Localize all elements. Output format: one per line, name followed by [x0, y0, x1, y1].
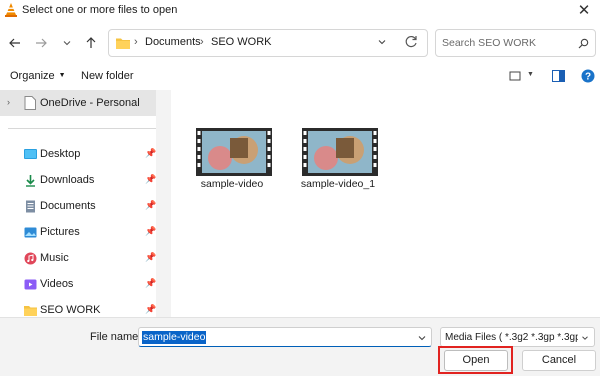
file-name: sample-video_1	[300, 178, 376, 190]
file-type-value: Media Files ( *.3g2 *.3gp *.3gp2	[445, 332, 587, 343]
new-folder-button[interactable]: New folder	[81, 70, 134, 82]
music-icon	[24, 252, 37, 265]
preview-pane-icon[interactable]	[552, 70, 565, 82]
file-item[interactable]: sample-video_1	[288, 128, 388, 194]
folder-icon	[116, 38, 130, 49]
close-icon[interactable]: ✕	[574, 1, 594, 21]
desktop-icon	[24, 149, 37, 159]
pictures-icon	[24, 227, 37, 238]
expand-chevron-icon[interactable]: ›	[7, 97, 10, 107]
chevron-down-icon[interactable]	[377, 37, 387, 47]
pin-icon[interactable]: 📌	[145, 304, 156, 315]
pin-icon[interactable]: 📌	[145, 252, 156, 263]
forward-arrow-icon[interactable]	[30, 32, 52, 54]
videos-icon	[24, 279, 37, 290]
cancel-button[interactable]: Cancel	[522, 350, 596, 371]
file-type-select[interactable]: Media Files ( *.3g2 *.3gp *.3gp2	[440, 327, 595, 347]
sidebar-item-pictures[interactable]: Pictures 📌	[22, 222, 156, 244]
file-name-label: File name:	[90, 331, 142, 343]
video-thumbnail-icon	[302, 128, 378, 176]
chevron-down-icon[interactable]	[417, 333, 427, 343]
refresh-icon[interactable]	[403, 34, 419, 50]
chevron-down-icon[interactable]	[578, 333, 590, 343]
breadcrumb-separator-icon: ›	[134, 36, 138, 48]
title-bar: Select one or more files to open ✕	[0, 0, 600, 22]
pin-icon[interactable]: 📌	[145, 200, 156, 211]
download-icon	[26, 175, 35, 187]
file-icon	[24, 96, 36, 110]
sidebar-item-label: Pictures	[40, 226, 80, 238]
sidebar-item-onedrive[interactable]: › OneDrive - Personal	[0, 90, 156, 116]
file-item[interactable]: sample-video	[182, 128, 282, 194]
dialog-footer: File name: sample-video Media Files ( *.…	[0, 317, 600, 376]
svg-text:?: ?	[585, 72, 591, 83]
organize-label: Organize	[10, 70, 55, 82]
breadcrumb-separator-icon: ›	[200, 36, 204, 48]
view-caret-icon[interactable]: ▼	[527, 71, 534, 78]
breadcrumb-seo-work[interactable]: SEO WORK	[211, 36, 272, 48]
organize-button[interactable]: Organize ▼	[10, 70, 66, 82]
sidebar-scrollbar[interactable]	[156, 90, 171, 317]
search-icon	[578, 38, 589, 49]
sidebar-item-label: Music	[40, 252, 69, 264]
pin-icon[interactable]: 📌	[145, 148, 156, 159]
caret-down-icon: ▼	[58, 72, 66, 79]
sidebar-item-label: Desktop	[40, 148, 81, 160]
sidebar-item-label: Downloads	[40, 174, 95, 186]
open-button[interactable]: Open	[444, 350, 508, 371]
document-icon	[26, 200, 35, 213]
sidebar-item-documents[interactable]: Documents 📌	[22, 196, 156, 218]
back-arrow-icon[interactable]	[4, 32, 26, 54]
pin-icon[interactable]: 📌	[145, 226, 156, 237]
sidebar-item-videos[interactable]: Videos 📌	[22, 274, 156, 296]
sidebar-item-desktop[interactable]: Desktop 📌	[22, 144, 156, 166]
sidebar-item-music[interactable]: Music 📌	[22, 248, 156, 270]
sidebar-item-label: OneDrive - Personal	[40, 97, 140, 109]
breadcrumb-documents[interactable]: Documents	[145, 36, 201, 48]
address-bar[interactable]: › Documents › SEO WORK	[108, 29, 428, 57]
file-name-field[interactable]: sample-video	[138, 327, 432, 347]
search-input[interactable]: Search SEO WORK	[435, 29, 596, 57]
divider	[8, 128, 156, 129]
search-placeholder: Search SEO WORK	[442, 37, 536, 49]
sidebar-item-label: Documents	[40, 200, 96, 212]
file-list: sample-video sample-video_1	[171, 90, 600, 317]
sidebar-item-label: SEO WORK	[40, 304, 101, 316]
sidebar-item-downloads[interactable]: Downloads 📌	[22, 170, 156, 192]
folder-icon	[24, 306, 37, 316]
pin-icon[interactable]: 📌	[145, 278, 156, 289]
up-arrow-icon[interactable]	[80, 32, 102, 54]
command-bar: Organize ▼ New folder ▼ ?	[0, 64, 600, 90]
file-name-value[interactable]: sample-video	[142, 331, 207, 344]
view-options-icon[interactable]	[509, 71, 521, 82]
vlc-logo-icon	[5, 3, 17, 17]
help-icon[interactable]: ?	[581, 69, 595, 83]
pin-icon[interactable]: 📌	[145, 174, 156, 185]
video-thumbnail-icon	[196, 128, 272, 176]
file-name: sample-video	[200, 178, 264, 190]
sidebar-item-label: Videos	[40, 278, 74, 290]
window-title: Select one or more files to open	[22, 4, 178, 16]
recent-locations-chevron-icon[interactable]	[56, 32, 78, 54]
navigation-pane: › OneDrive - Personal Desktop 📌 Download…	[0, 90, 171, 317]
